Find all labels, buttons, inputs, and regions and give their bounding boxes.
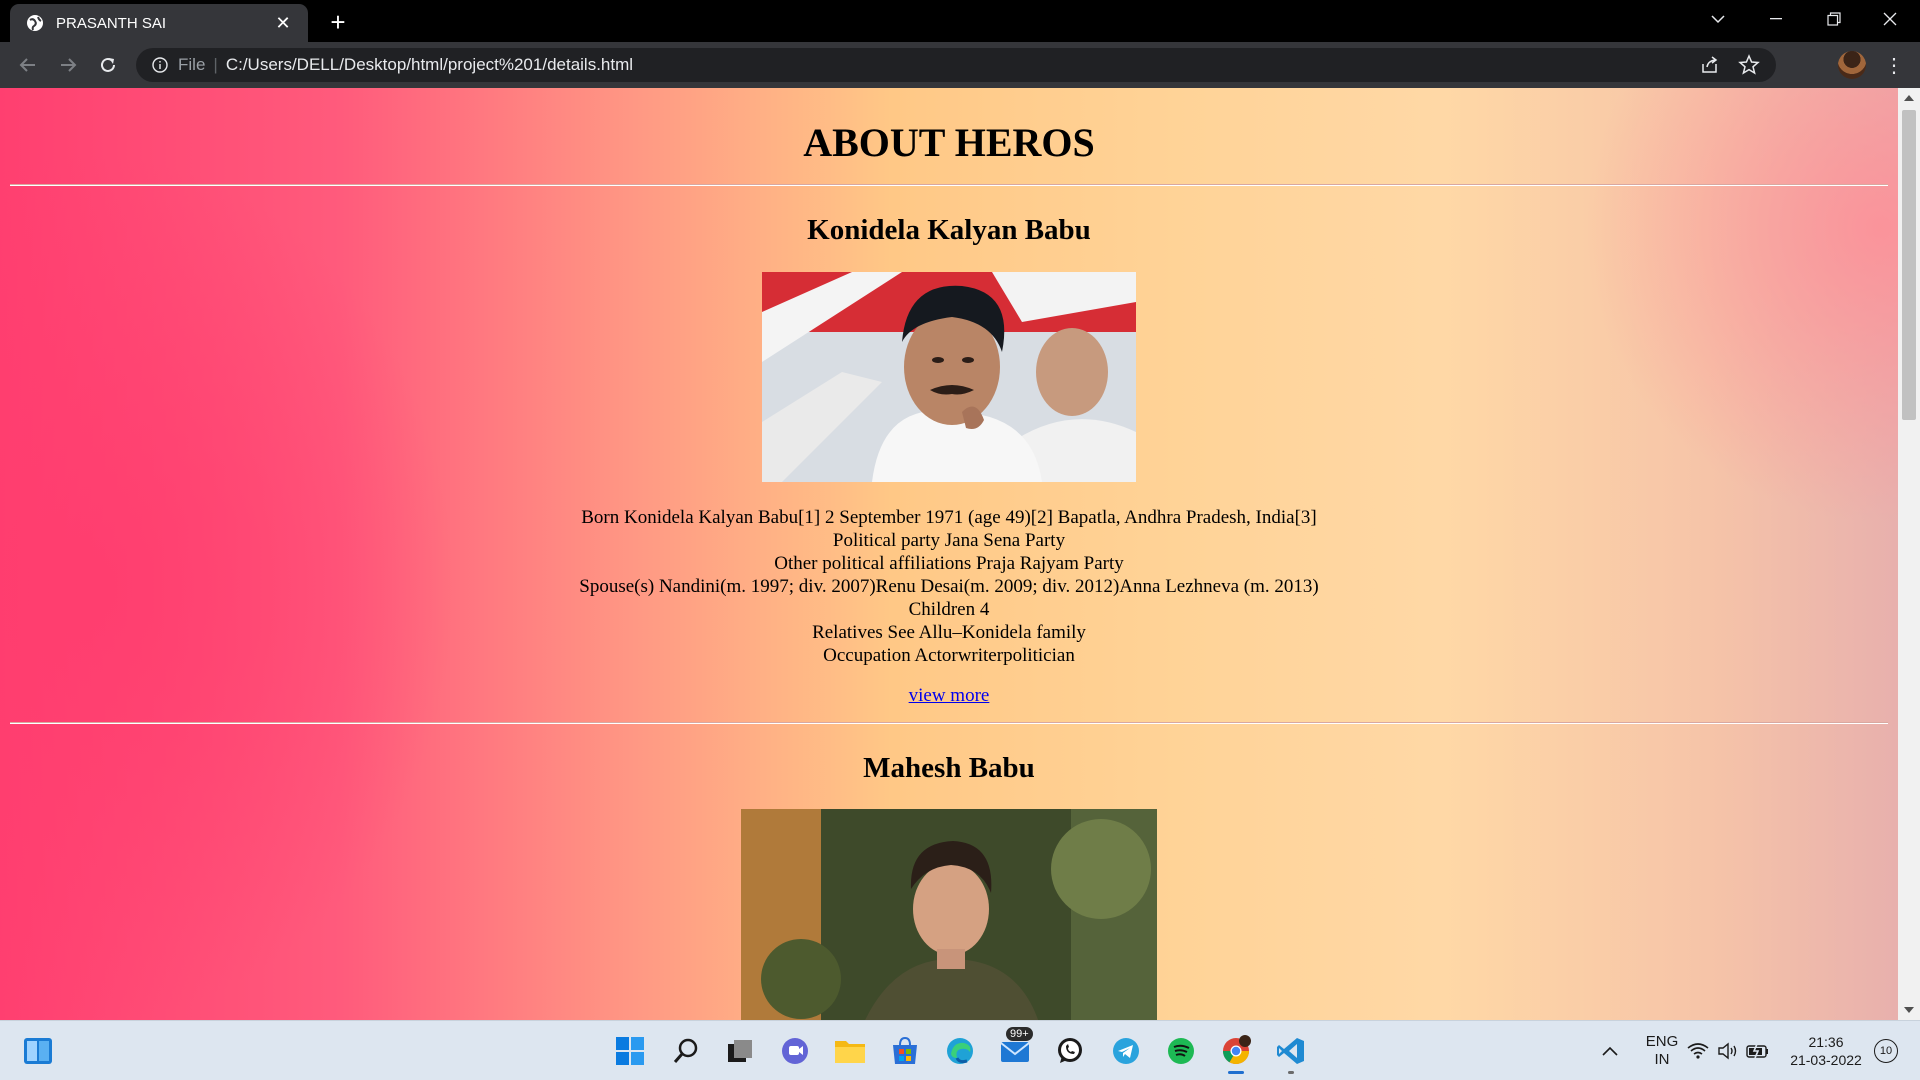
browser-tab-active[interactable]: PRASANTH SAI ✕ <box>10 4 308 42</box>
site-info-icon[interactable] <box>150 55 170 75</box>
language-code: ENG <box>1645 1033 1679 1050</box>
divider <box>10 722 1888 724</box>
windows-taskbar: 99+ ENG IN 21:36 21-03-2022 10 <box>0 1020 1920 1080</box>
divider <box>10 184 1888 186</box>
spotify-icon[interactable] <box>1161 1031 1201 1071</box>
url-text[interactable]: C:/Users/DELL/Desktop/html/project%201/d… <box>226 55 633 75</box>
minimize-button[interactable] <box>1748 0 1804 38</box>
globe-icon <box>26 14 44 32</box>
forward-button[interactable] <box>52 49 84 81</box>
whatsapp-icon[interactable] <box>1050 1031 1090 1071</box>
tab-search-icon[interactable] <box>1690 0 1746 38</box>
telegram-icon[interactable] <box>1106 1031 1146 1071</box>
chrome-running-indicator <box>1228 1071 1244 1074</box>
hero-section-1: Konidela Kalyan Babu Born Konidela Kalya… <box>0 212 1898 709</box>
hero-photo <box>762 272 1136 482</box>
scroll-up-arrow-icon[interactable] <box>1898 88 1920 108</box>
mail-badge: 99+ <box>1006 1027 1033 1041</box>
widgets-icon[interactable] <box>18 1031 58 1071</box>
page-body: ABOUT HEROS Konidela Kalyan Babu Born Ko… <box>0 88 1898 1020</box>
search-icon[interactable] <box>666 1031 706 1071</box>
page-title: ABOUT HEROS <box>803 120 1095 165</box>
hero-name: Konidela Kalyan Babu <box>807 214 1091 246</box>
back-button[interactable] <box>12 49 44 81</box>
reload-button[interactable] <box>92 49 124 81</box>
hero-details: Born Konidela Kalyan Babu[1] 2 September… <box>0 506 1898 667</box>
scrollbar-thumb[interactable] <box>1902 110 1916 420</box>
detail-affiliations: Other political affiliations Praja Rajya… <box>774 553 1124 574</box>
bookmark-star-icon[interactable] <box>1738 54 1760 76</box>
hero-section-2: Mahesh Babu <box>0 750 1898 1020</box>
hero-name: Mahesh Babu <box>863 752 1035 784</box>
share-icon[interactable] <box>1700 55 1720 75</box>
hero-photo <box>741 809 1157 1020</box>
browser-toolbar: File | C:/Users/DELL/Desktop/html/projec… <box>0 42 1920 88</box>
battery-icon[interactable] <box>1738 1031 1778 1071</box>
teams-chat-icon[interactable] <box>775 1031 815 1071</box>
address-bar[interactable]: File | C:/Users/DELL/Desktop/html/projec… <box>136 48 1776 82</box>
detail-spouses: Spouse(s) Nandini(m. 1997; div. 2007)Ren… <box>579 576 1319 597</box>
notification-count-badge[interactable]: 10 <box>1874 1039 1898 1063</box>
start-icon[interactable] <box>610 1031 650 1071</box>
chevron-up-icon[interactable] <box>1590 1031 1630 1071</box>
scroll-down-arrow-icon[interactable] <box>1898 1000 1920 1020</box>
region-code: IN <box>1654 1051 1670 1068</box>
browser-title-bar: PRASANTH SAI ✕ + <box>0 0 1920 42</box>
vscode-icon[interactable] <box>1271 1031 1311 1071</box>
detail-occupation: Occupation Actorwriterpolitician <box>823 645 1075 666</box>
task-view-icon[interactable] <box>720 1031 760 1071</box>
address-separator: | <box>213 55 218 74</box>
detail-party: Political party Jana Sena Party <box>832 530 1066 551</box>
scheme-label: File <box>178 55 206 74</box>
system-clock[interactable]: 21:36 21-03-2022 <box>1786 1021 1866 1080</box>
file-explorer-icon[interactable] <box>830 1031 870 1071</box>
edge-browser-icon[interactable] <box>940 1031 980 1071</box>
vscode-running-indicator <box>1288 1071 1294 1074</box>
detail-born: Born Konidela Kalyan Babu[1] 2 September… <box>581 507 1317 528</box>
more-menu-icon[interactable]: ⋮ <box>1880 51 1908 79</box>
microsoft-store-icon[interactable] <box>885 1031 925 1071</box>
clock-date: 21-03-2022 <box>1790 1052 1862 1068</box>
page-viewport: ABOUT HEROS Konidela Kalyan Babu Born Ko… <box>0 88 1898 1020</box>
detail-relatives: Relatives See Allu–Konidela family <box>812 622 1086 643</box>
clock-time: 21:36 <box>1808 1034 1844 1050</box>
profile-avatar[interactable] <box>1838 51 1866 79</box>
vertical-scrollbar[interactable] <box>1898 88 1920 1020</box>
close-tab-icon[interactable]: ✕ <box>270 10 296 36</box>
detail-children: Children 4 <box>908 599 990 620</box>
restore-button[interactable] <box>1806 0 1862 38</box>
close-window-button[interactable] <box>1862 0 1918 38</box>
view-more-link[interactable]: view more <box>909 685 990 707</box>
new-tab-button[interactable]: + <box>322 6 354 38</box>
chrome-icon[interactable] <box>1216 1031 1256 1071</box>
tab-title: PRASANTH SAI <box>56 14 167 32</box>
